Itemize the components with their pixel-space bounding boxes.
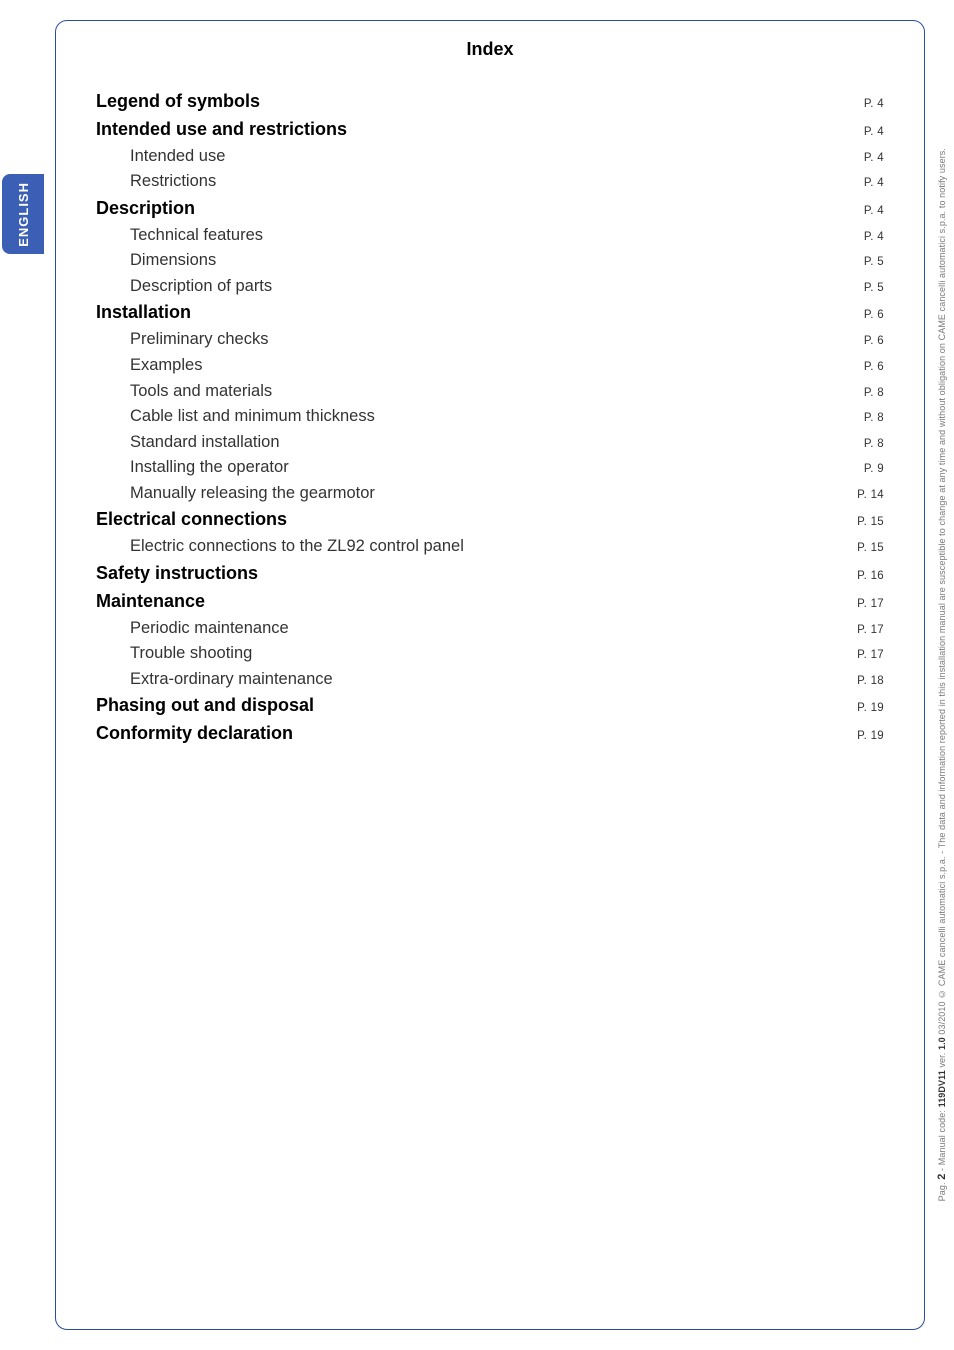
toc-page: P. 17 [849, 647, 884, 665]
content-frame: Index Legend of symbolsP. 4Intended use … [55, 20, 925, 1330]
toc-row: Examples P. 6 [96, 353, 884, 379]
toc-page: P. 18 [849, 673, 884, 691]
footer-ver-label: ver. [937, 1050, 947, 1068]
toc-page: P. 6 [856, 307, 884, 325]
toc-subitem: Manually releasing the gearmotor [96, 481, 375, 507]
page: ENGLISH Index Legend of symbolsP. 4Inten… [0, 0, 954, 1350]
language-tab: ENGLISH [2, 174, 44, 254]
toc-heading: Safety instructions [96, 560, 258, 588]
toc-row: Restrictions P. 4 [96, 169, 884, 195]
footer-page-number: 2 [936, 1174, 948, 1180]
toc-page: P. 19 [849, 728, 884, 746]
toc-subitem: Standard installation [96, 430, 280, 456]
index-heading: Index [96, 39, 884, 60]
toc-subitem: Preliminary checks [96, 327, 268, 353]
language-tab-label: ENGLISH [16, 182, 31, 247]
toc-page: P. 5 [856, 254, 884, 272]
toc-page: P. 17 [849, 622, 884, 640]
toc-subitem: Restrictions [96, 169, 216, 195]
toc-row: Installation P. 6 [96, 299, 884, 327]
toc-page: P. 9 [856, 461, 884, 479]
toc-page: P. 8 [856, 385, 884, 403]
toc-subitem: Periodic maintenance [96, 616, 289, 642]
toc-row: Installing the operator P. 9 [96, 455, 884, 481]
toc-subitem: Technical features [96, 223, 263, 249]
toc-heading: Phasing out and disposal [96, 692, 314, 720]
toc-heading: Installation [96, 299, 191, 327]
toc-row: Description of parts P. 5 [96, 274, 884, 300]
toc-row: Phasing out and disposal P. 19 [96, 692, 884, 720]
toc-page: P. 4 [856, 150, 884, 168]
toc-page: P. 4 [856, 203, 884, 221]
toc-row: Intended use P. 4 [96, 144, 884, 170]
vertical-footer: Pag. 2 - Manual code: 119DV11 ver. 1.0 0… [932, 0, 954, 1350]
toc-subitem: Examples [96, 353, 202, 379]
toc-page: P. 4 [856, 175, 884, 193]
toc-subitem: Dimensions [96, 248, 216, 274]
toc-page: P. 15 [849, 540, 884, 558]
toc-subitem: Extra-ordinary maintenance [96, 667, 333, 693]
footer-sep1: - Manual code: [937, 1108, 947, 1172]
toc-heading: Intended use and restrictions [96, 116, 347, 144]
toc-row: Tools and materials P. 8 [96, 379, 884, 405]
toc-page: P. 6 [856, 359, 884, 377]
toc-page: P. 19 [849, 700, 884, 718]
toc-heading: Description [96, 195, 195, 223]
toc-heading: Electrical connections [96, 506, 287, 534]
toc-page: P. 6 [856, 333, 884, 351]
vertical-footer-text: Pag. 2 - Manual code: 119DV11 ver. 1.0 0… [936, 148, 949, 1201]
toc-row: Periodic maintenance P. 17 [96, 616, 884, 642]
footer-version: 1.0 [937, 1038, 947, 1051]
toc-page: P. 4 [856, 96, 884, 114]
toc-subitem: Cable list and minimum thickness [96, 404, 375, 430]
toc-page: P. 17 [849, 596, 884, 614]
toc-row: Extra-ordinary maintenance P. 18 [96, 667, 884, 693]
toc-subitem: Description of parts [96, 274, 272, 300]
toc-row: Intended use and restrictions P. 4 [96, 116, 884, 144]
toc-row: Description P. 4 [96, 195, 884, 223]
toc-heading: Conformity declaration [96, 720, 293, 748]
toc-page: P. 14 [849, 487, 884, 505]
toc-subitem: Electric connections to the ZL92 control… [96, 534, 464, 560]
toc-row: Conformity declaration P. 19 [96, 720, 884, 748]
footer-manual-code: 119DV11 [937, 1071, 947, 1108]
footer-tail: 03/2010 © CAME cancelli automatici s.p.a… [937, 148, 947, 1035]
toc-page: P. 4 [856, 229, 884, 247]
toc-row: Dimensions P. 5 [96, 248, 884, 274]
toc-subitem: Trouble shooting [96, 641, 252, 667]
toc-row: Preliminary checks P. 6 [96, 327, 884, 353]
toc-page: P. 8 [856, 410, 884, 428]
toc-page: P. 15 [849, 514, 884, 532]
toc-heading: Legend of symbols [96, 88, 260, 116]
toc-row: Maintenance P. 17 [96, 588, 884, 616]
toc-row: Legend of symbols P. 4 [96, 88, 884, 116]
toc-row: Manually releasing the gearmotor P. 14 [96, 481, 884, 507]
toc-page: P. 5 [856, 280, 884, 298]
footer-page-label: Pag. [937, 1183, 947, 1202]
toc-row: Standard installation P. 8 [96, 430, 884, 456]
toc-row: Cable list and minimum thickness P. 8 [96, 404, 884, 430]
toc-page: P. 4 [856, 124, 884, 142]
toc-page: P. 8 [856, 436, 884, 454]
toc-row: Trouble shooting P. 17 [96, 641, 884, 667]
table-of-contents: Legend of symbolsP. 4Intended use and re… [96, 88, 884, 748]
toc-row: Technical features P. 4 [96, 223, 884, 249]
toc-row: Electric connections to the ZL92 control… [96, 534, 884, 560]
toc-page: P. 16 [849, 568, 884, 586]
toc-subitem: Tools and materials [96, 379, 272, 405]
toc-subitem: Installing the operator [96, 455, 289, 481]
toc-row: Safety instructions P. 16 [96, 560, 884, 588]
toc-row: Electrical connections P. 15 [96, 506, 884, 534]
toc-heading: Maintenance [96, 588, 205, 616]
toc-subitem: Intended use [96, 144, 225, 170]
